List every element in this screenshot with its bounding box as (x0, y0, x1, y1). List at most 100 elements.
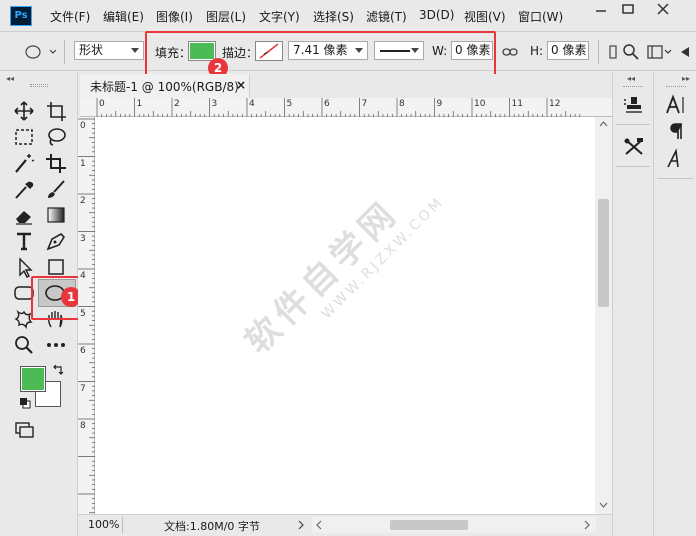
artboard-tool-icon[interactable] (44, 100, 68, 122)
screen-mode-icon[interactable] (14, 418, 38, 440)
ruler-label: 8 (399, 99, 405, 109)
marquee-tool-icon[interactable] (12, 126, 36, 148)
height-label: H: (530, 44, 544, 58)
tool-presets-icon[interactable] (622, 136, 646, 158)
vertical-scrollbar[interactable] (595, 117, 612, 514)
ruler-label: 6 (324, 99, 330, 109)
ruler-label: 7 (80, 383, 86, 394)
menu-window[interactable]: 窗口(W) (518, 8, 563, 25)
minimize-icon[interactable] (588, 0, 614, 20)
panel-grip[interactable] (666, 86, 686, 89)
type-tool-icon[interactable] (12, 230, 36, 252)
rectangle-tool-icon[interactable] (44, 256, 68, 278)
foreground-color-swatch[interactable] (20, 366, 46, 392)
path-operations-icon[interactable] (608, 43, 618, 61)
shape-mode-select[interactable]: 形状 (74, 41, 144, 60)
ruler-label: 5 (286, 99, 293, 109)
panel-grip[interactable] (623, 86, 643, 89)
foreground-color (21, 367, 45, 391)
ruler-label: 11 (511, 99, 523, 109)
menu-file[interactable]: 文件(F) (50, 8, 90, 25)
clone-source-icon[interactable] (622, 94, 646, 116)
glyphs-panel-icon[interactable] (664, 148, 688, 170)
path-selection-tool-icon[interactable] (12, 256, 36, 278)
height-input[interactable]: 0 像素 (547, 41, 589, 60)
document-tab-title: 未标题-1 @ 100%(RGB/8) (90, 80, 239, 94)
menu-edit[interactable]: 编辑(E) (103, 8, 144, 25)
divider (64, 40, 65, 64)
scroll-left-icon[interactable] (314, 519, 324, 531)
search-icon[interactable] (622, 43, 640, 61)
horizontal-scrollbar[interactable] (312, 517, 596, 533)
menu-filter[interactable]: 滤镜(T) (366, 8, 407, 25)
pen-tool-icon[interactable] (44, 230, 68, 252)
divider (122, 517, 123, 533)
move-tool-icon[interactable] (12, 100, 36, 122)
document-canvas[interactable] (95, 117, 595, 514)
document-info: 文档:1.80M/0 字节 (164, 520, 260, 533)
lasso-tool-icon[interactable] (44, 126, 68, 148)
chevron-down-icon (131, 48, 139, 53)
eraser-tool-icon[interactable] (12, 204, 36, 226)
eyedropper-tool-icon[interactable] (12, 178, 36, 200)
ruler-label: 1 (136, 99, 143, 109)
ruler-label: 1 (80, 158, 86, 169)
scroll-down-icon[interactable] (597, 498, 610, 512)
menu-select[interactable]: 选择(S) (313, 8, 354, 25)
panel-dock-2: ▸▸ (653, 72, 696, 536)
tab-close-icon[interactable]: × (236, 78, 246, 92)
menu-type[interactable]: 文字(Y) (259, 8, 300, 25)
close-icon[interactable] (650, 0, 676, 20)
scroll-up-icon[interactable] (597, 117, 610, 131)
ruler-label: 4 (80, 271, 86, 281)
height-value: 0 像素 (551, 43, 587, 57)
annotation-box-options (145, 31, 496, 80)
menu-image[interactable]: 图像(I) (156, 8, 193, 25)
divider (598, 40, 599, 64)
character-panel-icon[interactable] (664, 94, 688, 116)
menu-layer[interactable]: 图层(L) (206, 8, 246, 25)
status-bar: 100% 文档:1.80M/0 字节 (78, 514, 612, 536)
share-icon[interactable] (678, 43, 692, 61)
gradient-tool-icon[interactable] (44, 204, 68, 226)
toolbox-grip[interactable] (30, 84, 48, 87)
collapse-icon[interactable]: ◂◂ (627, 74, 635, 83)
ruler-label: 0 (80, 121, 86, 131)
workspace-icon[interactable] (646, 43, 672, 61)
collapse-icon[interactable]: ◂◂ (6, 74, 16, 83)
app-logo: Ps (10, 6, 32, 26)
ruler-label: 4 (249, 99, 255, 109)
ruler-horizontal-ticks (96, 98, 581, 117)
chevron-right-icon[interactable] (296, 519, 306, 531)
scroll-right-icon[interactable] (582, 519, 592, 531)
ruler-label: 12 (549, 99, 561, 109)
ruler-vertical: 0 1 2 3 4 5 6 7 8 (78, 117, 95, 514)
ruler-label: 2 (174, 99, 180, 109)
zoom-tool-icon[interactable] (12, 334, 36, 356)
collapse-icon[interactable]: ▸▸ (682, 74, 690, 83)
scrollbar-thumb[interactable] (598, 199, 609, 307)
shape-mode-value: 形状 (79, 43, 104, 57)
ruler-label: 7 (361, 99, 368, 109)
zoom-level[interactable]: 100% (88, 518, 119, 531)
brush-tool-icon[interactable] (44, 178, 68, 200)
ruler-label: 3 (80, 233, 86, 244)
swap-colors-icon[interactable] (52, 364, 64, 376)
crop-tool-icon[interactable] (44, 152, 68, 174)
more-tools-icon[interactable] (44, 334, 68, 356)
link-icon[interactable] (501, 43, 519, 61)
paragraph-panel-icon[interactable] (664, 120, 688, 142)
menu-3d[interactable]: 3D(D) (419, 8, 454, 22)
tool-preset-picker[interactable] (22, 43, 62, 61)
menu-view[interactable]: 视图(V) (464, 8, 506, 25)
ruler-label: 6 (80, 346, 86, 356)
panel-dock-1: ◂◂ (612, 72, 653, 536)
divider (616, 124, 650, 125)
ruler-label: 10 (474, 99, 486, 109)
magic-wand-tool-icon[interactable] (12, 152, 36, 174)
scrollbar-thumb[interactable] (390, 520, 468, 530)
ruler-label: 2 (80, 196, 86, 206)
menu-bar: Ps 文件(F) 编辑(E) 图像(I) 图层(L) 文字(Y) 选择(S) 滤… (0, 0, 696, 32)
default-colors-icon[interactable] (19, 397, 31, 409)
maximize-icon[interactable] (615, 0, 641, 20)
